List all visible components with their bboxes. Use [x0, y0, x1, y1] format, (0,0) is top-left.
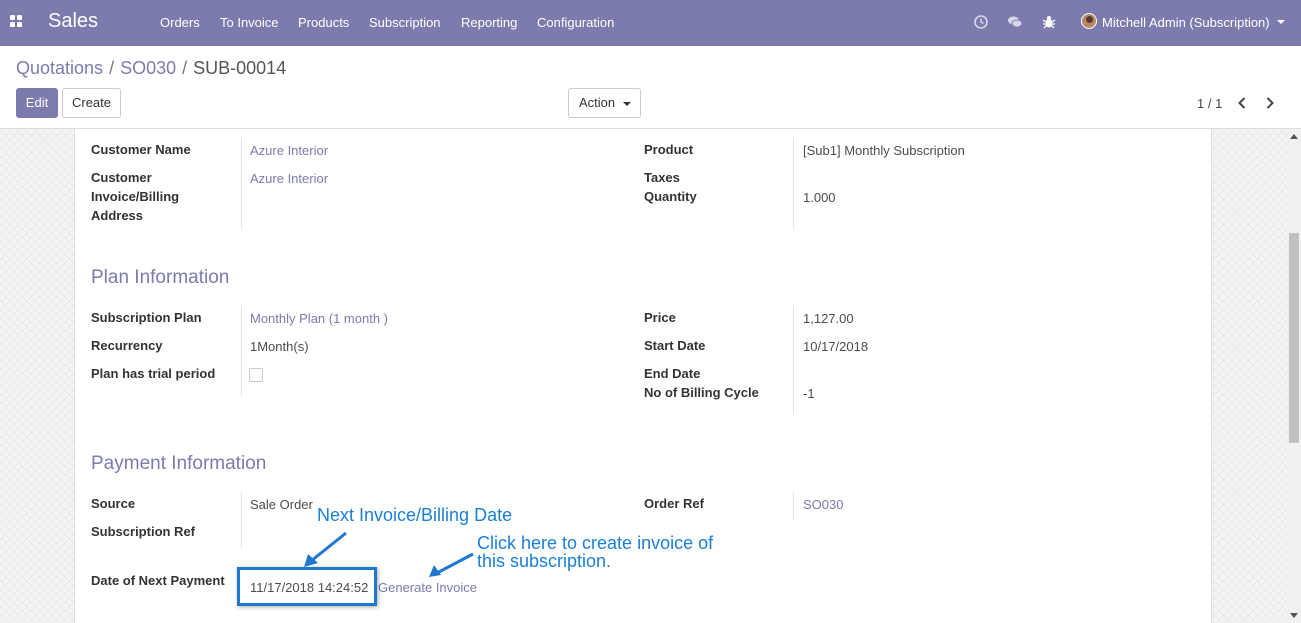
- arrow-to-date-icon: [304, 531, 347, 567]
- divider: [793, 492, 794, 520]
- label-order-ref: Order Ref: [644, 496, 704, 511]
- field-quantity[interactable]: 1.000: [803, 190, 836, 205]
- label-start-date: Start Date: [644, 338, 706, 353]
- next-payment-highlight-box: [237, 567, 377, 606]
- label-billing-cycle: No of Billing Cycle: [644, 385, 759, 400]
- breadcrumb-current: SUB-00014: [193, 58, 287, 78]
- create-button[interactable]: Create: [62, 88, 121, 118]
- label-customer-name: Customer Name: [91, 142, 191, 157]
- field-billing-address[interactable]: Azure Interior: [250, 171, 328, 186]
- generate-invoice-button[interactable]: Generate Invoice: [378, 580, 477, 595]
- divider: [241, 492, 242, 548]
- breadcrumb-separator: /: [182, 58, 188, 78]
- divider: [793, 138, 794, 229]
- field-order-ref[interactable]: SO030: [803, 497, 843, 512]
- bug-icon[interactable]: [1041, 14, 1057, 30]
- scroll-thumb[interactable]: [1289, 233, 1299, 443]
- field-recurrency[interactable]: 1Month(s): [250, 339, 309, 354]
- section-plan-information: Plan Information: [91, 267, 230, 288]
- action-label: Action: [579, 95, 616, 110]
- form-sheet: Customer Name Azure Interior Customer In…: [74, 129, 1212, 623]
- chevron-down-icon: [1277, 20, 1285, 24]
- menu-products[interactable]: Products: [298, 15, 349, 30]
- menu-configuration[interactable]: Configuration: [537, 15, 614, 30]
- annotation-click-here-line2: this subscription.: [477, 551, 612, 571]
- label-subscription-plan: Subscription Plan: [91, 310, 202, 325]
- field-customer-name[interactable]: Azure Interior: [250, 143, 328, 158]
- edit-button[interactable]: Edit: [16, 88, 58, 118]
- label-trial-period: Plan has trial period: [91, 366, 216, 381]
- divider: [241, 306, 242, 396]
- breadcrumb: Quotations / SO030/SUB-00014: [16, 58, 286, 79]
- label-product: Product: [644, 142, 694, 157]
- field-product[interactable]: [Sub1] Monthly Subscription: [803, 143, 965, 158]
- app-brand[interactable]: Sales: [48, 10, 98, 33]
- field-billing-cycle[interactable]: -1: [803, 386, 815, 401]
- vertical-scrollbar[interactable]: [1287, 129, 1301, 623]
- divider: [241, 138, 242, 229]
- breadcrumb-separator: /: [109, 58, 115, 78]
- scroll-up-icon[interactable]: [1290, 134, 1298, 139]
- annotation-next-invoice: Next Invoice/Billing Date: [317, 505, 513, 525]
- menu-orders[interactable]: Orders: [160, 15, 200, 30]
- chat-icon[interactable]: [1007, 14, 1023, 30]
- label-billing-address: Customer Invoice/Billing Address: [91, 170, 180, 223]
- section-payment-information: Payment Information: [91, 453, 267, 474]
- action-dropdown-button[interactable]: Action: [568, 88, 641, 118]
- label-recurrency: Recurrency: [91, 338, 163, 353]
- annotation-click-here-line1: Click here to create invoice of: [477, 533, 714, 553]
- apps-grid-icon[interactable]: [10, 15, 24, 29]
- breadcrumb-order[interactable]: SO030: [120, 58, 176, 78]
- menu-subscription[interactable]: Subscription: [369, 15, 441, 30]
- caret-down-icon: [623, 102, 631, 106]
- label-price: Price: [644, 310, 676, 325]
- divider: [793, 306, 794, 414]
- breadcrumb-quotations[interactable]: Quotations: [16, 58, 103, 78]
- arrow-to-generate-invoice-icon: [429, 552, 474, 577]
- clock-icon[interactable]: [973, 14, 989, 30]
- label-quantity: Quantity: [644, 189, 697, 204]
- label-subscription-ref: Subscription Ref: [91, 524, 196, 539]
- trial-period-checkbox[interactable]: [249, 368, 263, 382]
- menu-reporting[interactable]: Reporting: [461, 15, 517, 30]
- chevron-right-icon[interactable]: [1266, 97, 1274, 109]
- form-view: Customer Name Azure Interior Customer In…: [0, 128, 1301, 623]
- avatar: [1081, 13, 1097, 29]
- menu-to-invoice[interactable]: To Invoice: [220, 15, 279, 30]
- chevron-left-icon[interactable]: [1238, 97, 1246, 109]
- pager-value[interactable]: 1 / 1: [1197, 96, 1222, 111]
- label-end-date: End Date: [644, 366, 701, 381]
- label-source: Source: [91, 496, 136, 511]
- label-next-payment: Date of Next Payment: [91, 573, 225, 588]
- field-price[interactable]: 1,127.00: [803, 311, 854, 326]
- top-navbar: Sales Orders To Invoice Products Subscri…: [0, 0, 1301, 46]
- user-name: Mitchell Admin (Subscription): [1102, 15, 1270, 30]
- field-start-date[interactable]: 10/17/2018: [803, 339, 868, 354]
- field-source[interactable]: Sale Order: [250, 497, 313, 512]
- field-subscription-plan[interactable]: Monthly Plan (1 month ): [250, 311, 388, 326]
- label-taxes: Taxes: [644, 170, 680, 185]
- scroll-down-icon[interactable]: [1290, 613, 1298, 618]
